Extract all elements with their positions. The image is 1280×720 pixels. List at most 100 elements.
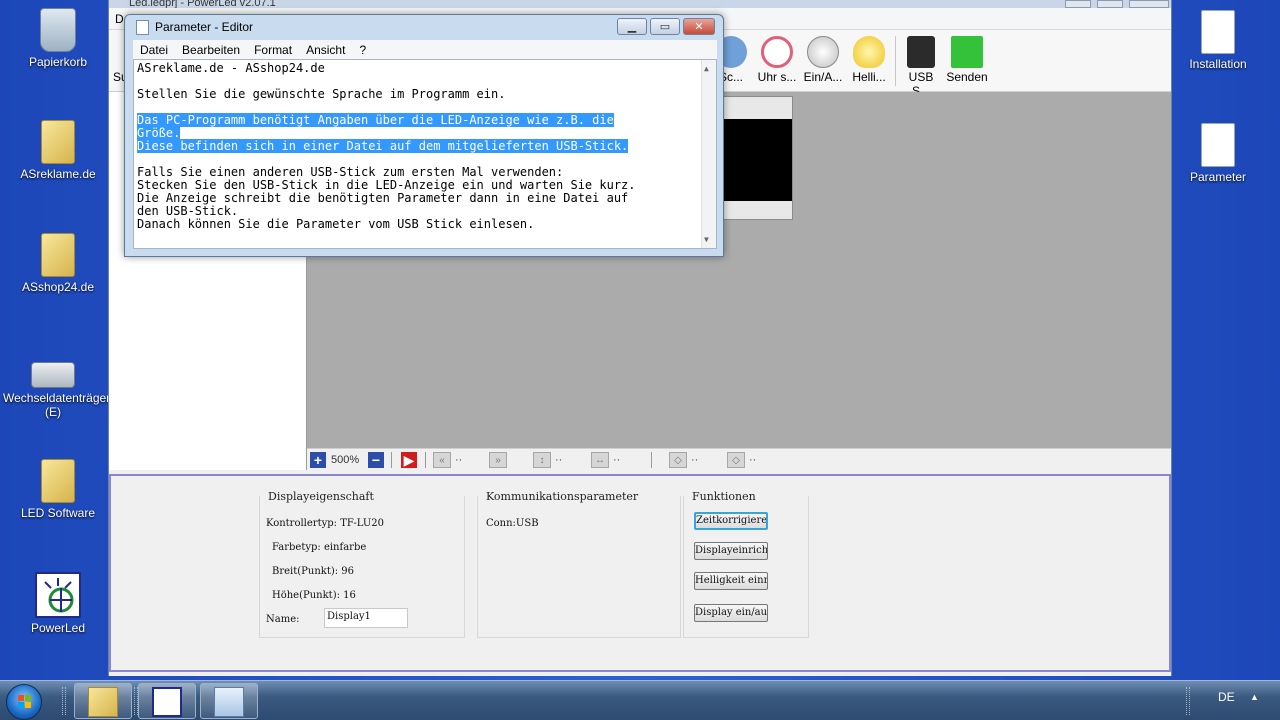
menu-datei[interactable]: Datei xyxy=(133,43,175,57)
nav-value: ·· xyxy=(613,454,621,466)
usb-icon xyxy=(907,36,935,68)
color-type: Farbetyp: einfarbe xyxy=(272,542,367,553)
tray-expand-icon[interactable]: ▲ xyxy=(1250,692,1259,702)
group-title: Funktionen xyxy=(690,490,758,503)
nav-vertical-button[interactable]: ↕ ·· xyxy=(533,452,562,468)
time-correction-button[interactable]: Zeitkorrigieren xyxy=(694,512,768,530)
display-power-button[interactable]: Display ein/aus xyxy=(694,604,768,622)
notepad-line-text: Falls Sie einen anderen USB-Stick zum er… xyxy=(137,165,564,179)
toolbar-label: Uhr s... xyxy=(757,70,797,84)
horizontal-arrows-icon: ↔ xyxy=(591,452,609,468)
name-label: Name: xyxy=(266,614,300,625)
desktop-icon-removable-drive[interactable]: Wechseldatenträger (E) xyxy=(3,348,110,419)
folder-icon xyxy=(88,687,118,717)
notepad-maximize-button[interactable]: ▭ xyxy=(650,18,680,35)
zoom-separator xyxy=(425,452,426,468)
app-titlebar: Led.ledprj - PowerLed v2.07.1 xyxy=(109,0,1171,9)
scroll-up-icon[interactable]: ▲ xyxy=(704,62,709,75)
nav-value: ·· xyxy=(749,454,757,466)
minimize-button[interactable] xyxy=(1065,0,1091,8)
folder-icon xyxy=(41,459,75,503)
notepad-line-text: ASreklame.de - ASshop24.de xyxy=(137,61,325,75)
desktop-icon-asshop24[interactable]: ASshop24.de xyxy=(8,233,108,294)
notepad-line-text: Größe. xyxy=(137,126,181,140)
toolbar-power-button[interactable]: Ein/A... xyxy=(801,36,845,84)
desktop-icon-label: ASreklame.de xyxy=(20,167,96,181)
minus-icon: − xyxy=(368,452,384,468)
notepad-line-text: Danach können Sie die Parameter vom USB … xyxy=(137,217,535,231)
desktop-icon-label: PowerLed xyxy=(30,621,86,635)
desktop-icon-installation[interactable]: Installation xyxy=(1168,10,1268,71)
notepad-window-controls: ▁ ▭ ✕ xyxy=(617,18,715,35)
language-indicator[interactable]: DE xyxy=(1218,690,1235,704)
desktop-icon-parameter[interactable]: Parameter xyxy=(1168,123,1268,184)
nav-last-button[interactable]: » xyxy=(489,452,507,468)
toolbar-clock-button[interactable]: Uhr s... xyxy=(755,36,799,84)
expand-horizontal-icon: ◇ xyxy=(727,452,745,468)
nav-horizontal-button[interactable]: ↔ ·· xyxy=(591,452,620,468)
maximize-button[interactable] xyxy=(1097,0,1123,8)
display-setup-button[interactable]: Displayeinrichtung xyxy=(694,542,768,560)
toolbar-label: Helli... xyxy=(852,70,886,84)
desktop-icon-recycle-bin[interactable]: Papierkorb xyxy=(8,8,108,69)
desktop-icon-label: Papierkorb xyxy=(28,55,88,69)
double-right-icon: » xyxy=(489,452,507,468)
bulb-icon xyxy=(853,36,885,68)
toolbar-label: Ein/A... xyxy=(803,70,843,84)
notepad-menubar: Datei Bearbeiten Format Ansicht ? xyxy=(133,40,717,59)
notepad-line-text: Das PC-Programm benötigt Angaben über di… xyxy=(137,113,614,127)
menu-bearbeiten[interactable]: Bearbeiten xyxy=(175,43,247,57)
brightness-setup-button[interactable]: Helligkeit einrichten xyxy=(694,572,768,590)
zoom-in-button[interactable]: + xyxy=(310,452,326,468)
send-arrow-icon xyxy=(951,36,983,68)
notepad-minimize-button[interactable]: ▁ xyxy=(617,18,647,35)
toolbar-send-button[interactable]: Senden xyxy=(945,36,989,84)
notepad-icon xyxy=(136,20,149,35)
notepad-line: Das PC-Programm benötigt Angaben über di… xyxy=(137,113,700,127)
zoom-level: 500% xyxy=(331,454,360,466)
group-title: Displayeigenschaft xyxy=(266,490,376,503)
toolbar-separator xyxy=(895,36,896,86)
notepad-scrollbar[interactable]: ▲ ▼ xyxy=(701,60,716,248)
menu-item-file[interactable]: D xyxy=(115,12,124,26)
display-preview-card[interactable] xyxy=(719,96,793,220)
display-name-input[interactable]: Display1 xyxy=(324,608,408,628)
taskbar-grip[interactable] xyxy=(62,687,66,715)
communication-group: Kommunikationsparameter Conn:USB xyxy=(477,490,681,638)
maximize-icon: ▭ xyxy=(659,21,671,33)
desktop-icon-led-software[interactable]: LED Software xyxy=(8,459,108,520)
menu-ansicht[interactable]: Ansicht xyxy=(299,43,352,57)
taskbar-powerled-button[interactable] xyxy=(138,683,196,719)
group-title: Kommunikationsparameter xyxy=(484,490,641,503)
menu-format[interactable]: Format xyxy=(247,43,299,57)
close-button[interactable] xyxy=(1129,0,1169,8)
desktop-icon-label: LED Software xyxy=(20,506,96,520)
notepad-line: Stellen Sie die gewünschte Sprache im Pr… xyxy=(137,88,700,101)
zoom-out-button[interactable]: − xyxy=(368,452,384,468)
expand-vertical-icon: ◇ xyxy=(669,452,687,468)
toolbar-usb-button[interactable]: USB S... xyxy=(899,36,943,98)
folder-icon xyxy=(41,120,75,164)
usb-drive-icon xyxy=(31,362,75,388)
taskbar-explorer-button[interactable] xyxy=(74,683,132,719)
nav-first-button[interactable]: « ·· xyxy=(433,452,462,468)
nav-value: ·· xyxy=(555,454,563,466)
close-icon: ✕ xyxy=(694,21,704,33)
toolbar-brightness-button[interactable]: Helli... xyxy=(847,36,891,84)
scroll-down-icon[interactable]: ▼ xyxy=(704,233,709,246)
text-file-icon xyxy=(1201,123,1235,167)
powerled-app-icon xyxy=(35,572,81,618)
start-button[interactable] xyxy=(6,684,42,720)
desktop-icon-powerled[interactable]: PowerLed xyxy=(8,572,108,635)
taskbar-notepad-button[interactable] xyxy=(200,683,258,719)
led-display-preview xyxy=(720,119,792,201)
menu-help[interactable]: ? xyxy=(352,43,373,57)
recycle-bin-icon xyxy=(40,8,76,52)
notepad-close-button[interactable]: ✕ xyxy=(683,18,715,35)
taskbar-grip[interactable] xyxy=(1186,687,1190,715)
notepad-text-area[interactable]: ASreklame.de - ASshop24.de Stellen Sie di… xyxy=(133,59,717,249)
expand-vertical-button[interactable]: ◇ ·· xyxy=(669,452,698,468)
expand-horizontal-button[interactable]: ◇ ·· xyxy=(727,452,756,468)
desktop-icon-asreklame[interactable]: ASreklame.de xyxy=(8,120,108,181)
stop-preview-button[interactable]: ▶ xyxy=(401,452,417,468)
